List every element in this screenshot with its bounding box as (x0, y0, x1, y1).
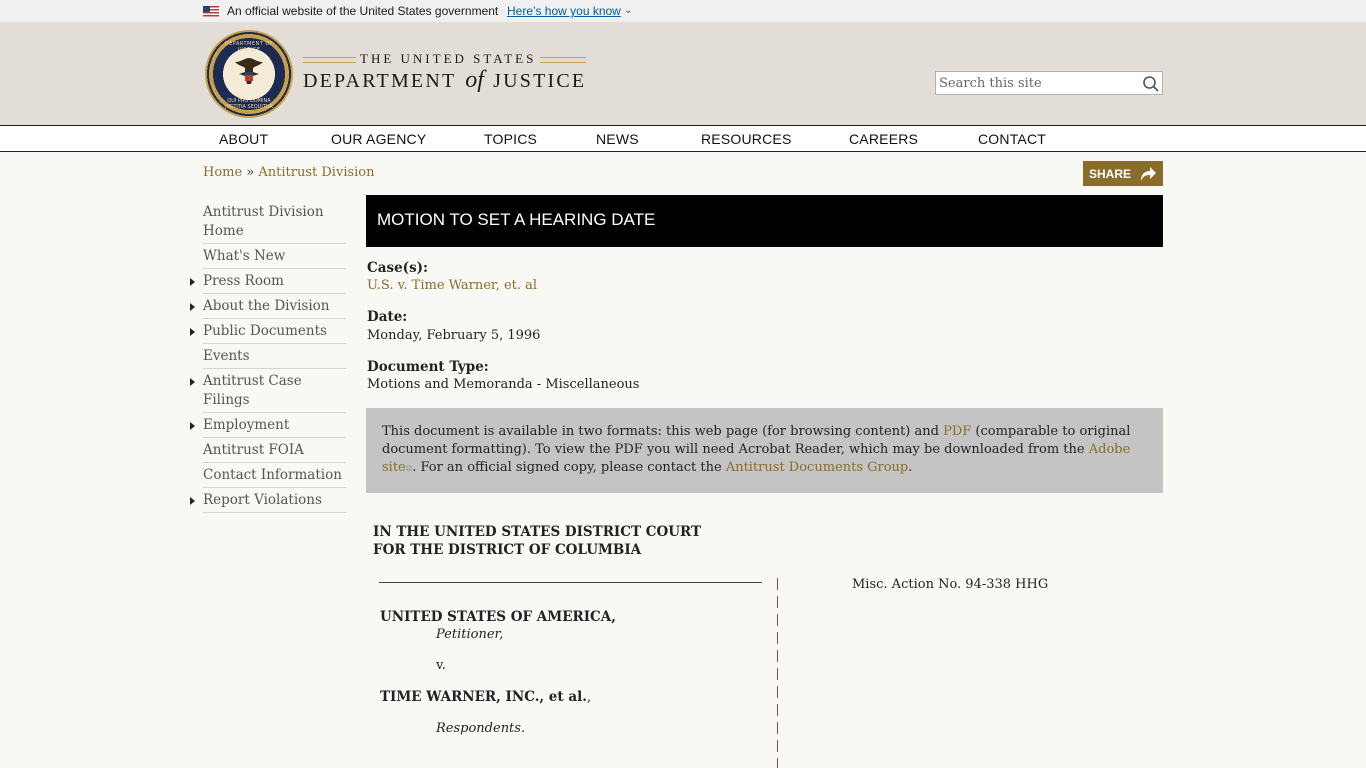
search-box (935, 71, 1163, 95)
page-title-bar: MOTION TO SET A HEARING DATE (366, 195, 1163, 247)
eagle-icon (235, 58, 263, 84)
court-heading-line2: FOR THE DISTRICT OF COLUMBIA (373, 542, 642, 558)
sidebar-item-label: Public Documents (203, 323, 327, 339)
nav-careers[interactable]: CAREERS (849, 131, 918, 147)
date-value: Monday, February 5, 1996 (367, 328, 541, 343)
sidebar-item-case-filings[interactable]: Antitrust Case Filings (190, 369, 346, 413)
defendant-name: TIME WARNER, INC., et al., (380, 689, 591, 705)
share-button[interactable]: SHARE (1083, 161, 1163, 186)
misc-action-number: Misc. Action No. 94-338 HHG (852, 577, 1049, 592)
breadcrumb: Home » Antitrust Division (203, 165, 375, 180)
sidebar-item-label: What's New (203, 248, 286, 264)
search-icon[interactable] (1142, 75, 1160, 93)
breadcrumb-separator: » (242, 165, 259, 180)
us-flag-icon (203, 6, 219, 17)
breadcrumb-home-link[interactable]: Home (203, 165, 242, 180)
brand-the-united-states[interactable]: THE UNITED STATES (356, 51, 541, 67)
site-header: DEPARTMENT OF JUSTICE QUI PRO DOMINA JUS… (0, 22, 1366, 125)
sidebar-item-label: Antitrust Division Home (203, 204, 324, 239)
defendant-comma: , (586, 689, 592, 705)
seal-motto-text: QUI PRO DOMINA JUSTITIA SEQUITUR (225, 98, 273, 110)
notice-text: . For an official signed copy, please co… (412, 460, 726, 475)
brand-justice-text: JUSTICE (493, 70, 587, 92)
sidebar-item-about-division[interactable]: About the Division (190, 294, 346, 319)
court-heading: IN THE UNITED STATES DISTRICT COURT FOR … (373, 523, 701, 559)
nav-about[interactable]: ABOUT (219, 131, 268, 147)
versus-text: v. (436, 658, 446, 673)
date-label: Date: (367, 309, 408, 325)
expand-arrow-icon[interactable] (190, 422, 195, 430)
notice-text: . (908, 460, 913, 475)
sidebar-item-report-violations[interactable]: Report Violations (190, 488, 346, 513)
gov-banner: An official website of the United States… (0, 0, 1366, 22)
document-type-label: Document Type: (367, 359, 489, 375)
sidebar-item-antitrust-home[interactable]: Antitrust Division Home (203, 200, 346, 244)
plaintiff-name: UNITED STATES OF AMERICA, (380, 609, 616, 625)
sidebar-nav: Antitrust Division Home What's New Press… (190, 200, 346, 513)
seal-ring-text: DEPARTMENT OF JUSTICE (224, 41, 274, 53)
sidebar-item-label: Antitrust Case Filings (203, 373, 302, 408)
pdf-link[interactable]: PDF (943, 424, 971, 439)
notice-text: This document is available in two format… (382, 424, 944, 439)
share-arrow-icon (1141, 167, 1156, 181)
breadcrumb-antitrust-link[interactable]: Antitrust Division (258, 165, 374, 180)
brand-department-of-justice[interactable]: DEPARTMENT of JUSTICE (303, 67, 586, 94)
sidebar-item-label: Events (203, 348, 250, 364)
expand-arrow-icon[interactable] (190, 303, 195, 311)
defendant-name-text: TIME WARNER, INC., et al. (380, 689, 587, 705)
nav-contact[interactable]: CONTACT (978, 131, 1046, 147)
sidebar-item-public-documents[interactable]: Public Documents (190, 319, 346, 344)
nav-topics[interactable]: TOPICS (484, 131, 537, 147)
caption-vertical-divider (777, 578, 778, 768)
document-type-value: Motions and Memoranda - Miscellaneous (367, 377, 640, 392)
sidebar-item-employment[interactable]: Employment (190, 413, 346, 438)
case-link[interactable]: U.S. v. Time Warner, et. al (367, 278, 537, 293)
sidebar-item-label: Report Violations (203, 492, 322, 508)
main-nav: ABOUT OUR AGENCY TOPICS NEWS RESOURCES C… (0, 125, 1366, 152)
sidebar-item-label: Contact Information (203, 467, 342, 483)
sidebar-item-press-room[interactable]: Press Room (190, 269, 346, 294)
page-title: MOTION TO SET A HEARING DATE (377, 210, 656, 229)
sidebar-item-contact-information[interactable]: Contact Information (203, 463, 346, 488)
sidebar-item-label: Employment (203, 417, 290, 433)
expand-arrow-icon[interactable] (190, 378, 195, 386)
chevron-down-icon[interactable]: ⌄ (624, 5, 632, 16)
sidebar-item-label: Antitrust FOIA (203, 442, 304, 458)
nav-resources[interactable]: RESOURCES (701, 131, 791, 147)
sidebar-item-label: Press Room (203, 273, 284, 289)
brand-of-text: of (465, 67, 484, 93)
nav-our-agency[interactable]: OUR AGENCY (331, 131, 426, 147)
nav-news[interactable]: NEWS (596, 131, 639, 147)
expand-arrow-icon[interactable] (190, 328, 195, 336)
expand-arrow-icon[interactable] (190, 497, 195, 505)
share-label: SHARE (1089, 166, 1132, 181)
expand-arrow-icon[interactable] (190, 278, 195, 286)
sidebar-item-whats-new[interactable]: What's New (203, 244, 346, 269)
cases-label: Case(s): (367, 260, 429, 276)
defendant-role: Respondents. (436, 721, 526, 736)
official-website-text: An official website of the United States… (227, 4, 499, 18)
sidebar-item-antitrust-foia[interactable]: Antitrust FOIA (203, 438, 346, 463)
court-heading-line1: IN THE UNITED STATES DISTRICT COURT (373, 524, 702, 540)
caption-divider (379, 582, 762, 583)
brand-department-text: DEPARTMENT (303, 70, 457, 92)
format-notice: This document is available in two format… (366, 408, 1163, 493)
antitrust-documents-group-link[interactable]: Antitrust Documents Group (726, 460, 908, 475)
search-input[interactable] (936, 72, 1136, 94)
doj-seal-logo[interactable]: DEPARTMENT OF JUSTICE QUI PRO DOMINA JUS… (205, 30, 293, 118)
heres-how-you-know-link[interactable]: Here’s how you know (507, 4, 621, 18)
sidebar-item-events[interactable]: Events (203, 344, 346, 369)
sidebar-item-label: About the Division (203, 298, 330, 314)
plaintiff-role: Petitioner, (436, 627, 504, 642)
